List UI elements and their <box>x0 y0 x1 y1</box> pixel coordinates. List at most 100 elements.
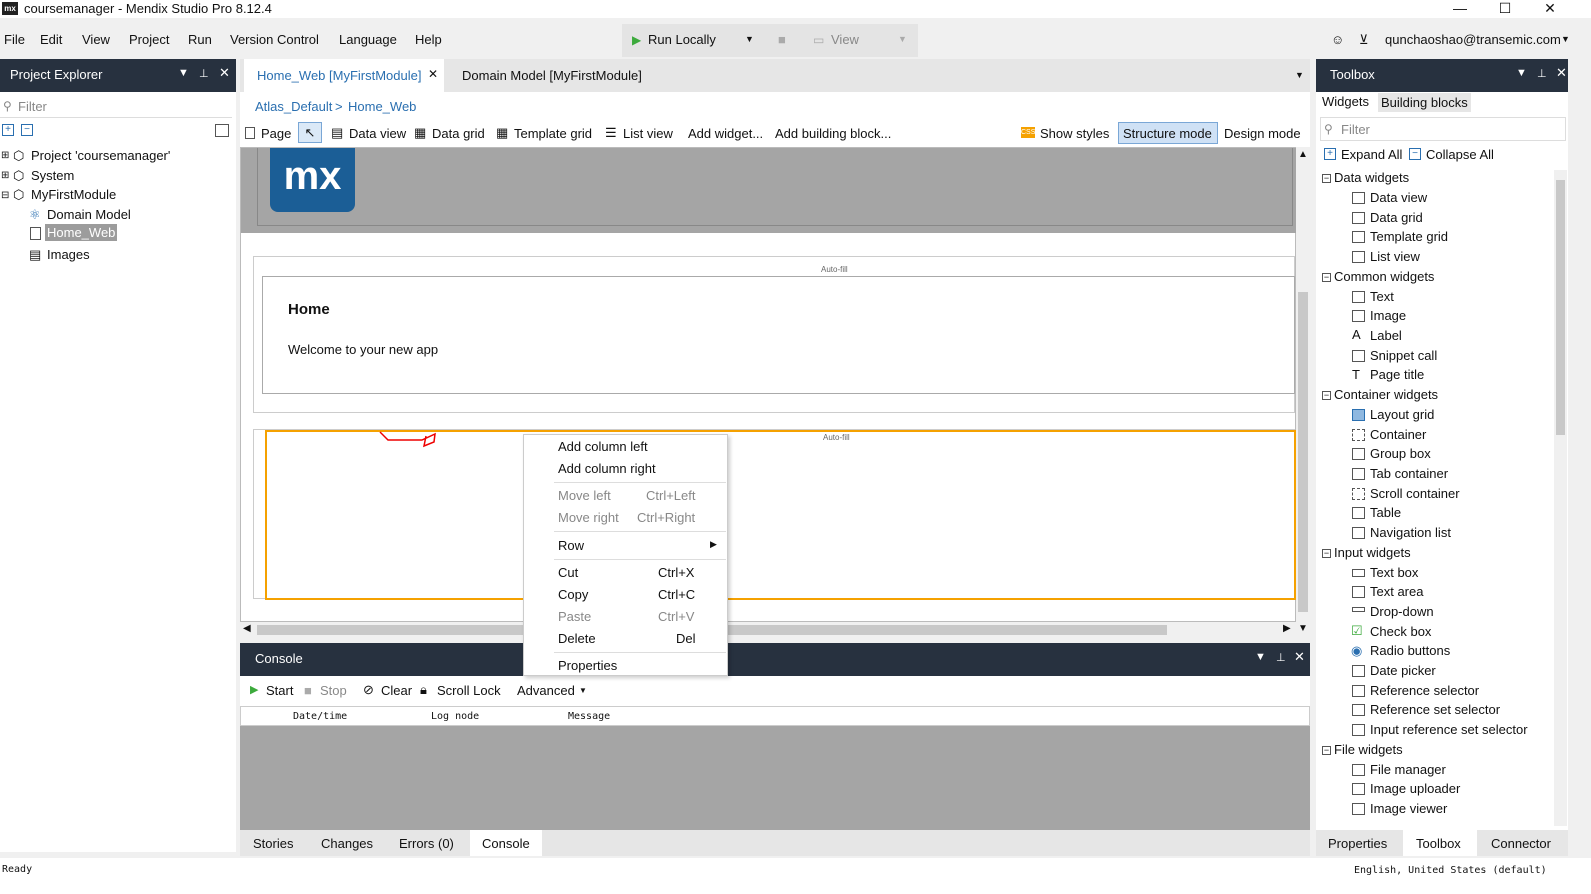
add-widget-button[interactable]: Add widget... <box>688 126 763 141</box>
menu-move-right[interactable]: Move right <box>558 510 619 525</box>
play-icon[interactable]: ▶ <box>632 33 641 47</box>
layout-column-1[interactable]: Auto-fill Home Welcome to your new app <box>262 265 1295 394</box>
close-icon[interactable]: ✕ <box>1556 65 1567 81</box>
console-advanced[interactable]: Advanced <box>517 683 575 698</box>
tree-item-images[interactable]: Images <box>47 247 90 262</box>
cart-icon[interactable]: ⊻ <box>1359 32 1369 48</box>
run-locally-button[interactable]: Run Locally <box>648 32 716 47</box>
toolbox-item[interactable]: Image viewer <box>1370 801 1447 816</box>
toolbox-item[interactable]: Group box <box>1370 446 1431 461</box>
scroll-up-icon[interactable]: ▲ <box>1298 149 1308 160</box>
menu-help[interactable]: Help <box>415 32 442 47</box>
menu-delete[interactable]: Delete <box>558 631 596 646</box>
toolbox-filter[interactable]: ⚲ Filter <box>1320 117 1566 141</box>
console-clear[interactable]: Clear <box>381 683 412 698</box>
tree-item-home-web[interactable]: Home_Web <box>45 224 118 241</box>
show-styles-button[interactable]: Show styles <box>1040 126 1109 141</box>
toolbox-item[interactable]: List view <box>1370 249 1420 264</box>
toolbox-item[interactable]: Tab container <box>1370 466 1448 481</box>
toolbox-item[interactable]: Text area <box>1370 584 1423 599</box>
close-icon[interactable]: ✕ <box>219 65 230 81</box>
tab-connector[interactable]: Connector <box>1491 836 1551 851</box>
console-log-area[interactable] <box>240 726 1310 830</box>
layout-grid-2[interactable]: Auto-fill <box>253 429 1296 600</box>
collapse-all-icon[interactable]: − <box>21 124 33 136</box>
breadcrumb-page[interactable]: Home_Web <box>348 99 416 114</box>
sync-icon[interactable] <box>215 124 229 137</box>
view-button[interactable]: View <box>831 32 859 47</box>
home-heading[interactable]: Home <box>288 301 330 318</box>
toolbox-item[interactable]: Data grid <box>1370 210 1423 225</box>
menu-project[interactable]: Project <box>129 32 169 47</box>
canvas-hscrollbar[interactable]: ◀ ▶ ▼ <box>240 622 1310 638</box>
page-canvas[interactable]: mx Auto-fill Home Welcome to your new ap… <box>240 147 1296 622</box>
menu-row[interactable]: Row <box>558 538 584 553</box>
toolbox-item[interactable]: Data view <box>1370 190 1427 205</box>
tree-expander-icon[interactable]: ⊞ <box>1 170 9 181</box>
tab-home-web[interactable]: Home_Web [MyFirstModule] ✕ <box>244 59 444 92</box>
minimize-icon[interactable]: — <box>1440 0 1480 18</box>
stop-icon[interactable]: ■ <box>304 683 312 698</box>
toolbox-item[interactable]: Snippet call <box>1370 348 1437 363</box>
selected-row[interactable]: Auto-fill <box>265 430 1296 600</box>
design-mode-button[interactable]: Design mode <box>1224 126 1301 141</box>
collapse-icon[interactable]: − <box>1322 273 1331 282</box>
explorer-filter[interactable]: ⚲ Filter <box>0 96 232 118</box>
layout-grid-1[interactable]: Auto-fill Home Welcome to your new app <box>253 256 1295 413</box>
feedback-icon[interactable]: ☺ <box>1331 32 1344 47</box>
mx-logo-image[interactable]: mx <box>270 148 355 212</box>
collapse-all-button[interactable]: Collapse All <box>1426 147 1494 162</box>
menu-file[interactable]: File <box>4 32 25 47</box>
menu-run[interactable]: Run <box>188 32 212 47</box>
tab-errors[interactable]: Errors (0) <box>399 836 454 851</box>
chevron-down-icon[interactable]: ▼ <box>1561 34 1570 44</box>
tree-item-domain-model[interactable]: Domain Model <box>47 207 131 222</box>
collapse-all-icon[interactable]: − <box>1409 148 1421 160</box>
pin-icon[interactable]: ⊥ <box>199 67 209 80</box>
lock-icon[interactable]: 🔒︎ <box>420 682 427 698</box>
menu-move-left[interactable]: Move left <box>558 488 611 503</box>
play-icon[interactable]: ▶ <box>250 683 258 696</box>
scroll-left-icon[interactable]: ◀ <box>243 623 251 634</box>
tree-expander-icon[interactable]: ⊟ <box>1 190 9 201</box>
console-start[interactable]: Start <box>266 683 293 698</box>
toolbox-item[interactable]: Text <box>1370 289 1394 304</box>
category-data-widgets[interactable]: Data widgets <box>1334 170 1409 185</box>
close-icon[interactable]: ✕ <box>1294 649 1305 665</box>
expand-all-icon[interactable]: + <box>2 124 14 136</box>
toolbox-item[interactable]: Drop-down <box>1370 604 1434 619</box>
category-input-widgets[interactable]: Input widgets <box>1334 545 1411 560</box>
toolbox-item[interactable]: Template grid <box>1370 229 1448 244</box>
tree-item-myfirstmodule[interactable]: MyFirstModule <box>31 187 116 202</box>
toolbox-item[interactable]: Reference set selector <box>1370 702 1500 717</box>
category-common-widgets[interactable]: Common widgets <box>1334 269 1434 284</box>
stop-icon[interactable]: ■ <box>778 32 786 47</box>
tab-console[interactable]: Console <box>470 830 542 856</box>
menu-paste[interactable]: Paste <box>558 609 591 624</box>
tab-domain-model[interactable]: Domain Model [MyFirstModule] <box>446 59 659 92</box>
tab-toolbox[interactable]: Toolbox <box>1403 830 1477 856</box>
toolbox-item[interactable]: Table <box>1370 505 1401 520</box>
pin-icon[interactable]: ⊥ <box>1276 651 1286 664</box>
scroll-right-icon[interactable]: ▶ <box>1283 623 1291 634</box>
toolbox-scrollbar[interactable] <box>1554 170 1567 826</box>
page-button[interactable]: Page <box>261 126 291 141</box>
chevron-down-icon[interactable]: ▼ <box>1516 67 1527 79</box>
menu-copy[interactable]: Copy <box>558 587 588 602</box>
toolbox-item[interactable]: Image <box>1370 308 1406 323</box>
tab-widgets[interactable]: Widgets <box>1322 94 1369 109</box>
col-message[interactable]: Message <box>568 711 610 722</box>
tab-building-blocks[interactable]: Building blocks <box>1378 93 1471 112</box>
tree-expander-icon[interactable]: ⊞ <box>1 150 9 161</box>
toolbox-item[interactable]: Container <box>1370 427 1426 442</box>
collapse-icon[interactable]: − <box>1322 549 1331 558</box>
list-view-button[interactable]: List view <box>623 126 673 141</box>
expand-all-icon[interactable]: + <box>1324 148 1336 160</box>
clear-icon[interactable]: ⊘ <box>363 682 374 698</box>
toolbox-item[interactable]: Radio buttons <box>1370 643 1450 658</box>
template-grid-button[interactable]: Template grid <box>514 126 592 141</box>
collapse-icon[interactable]: − <box>1322 174 1331 183</box>
tab-stories[interactable]: Stories <box>253 836 293 851</box>
toolbox-item[interactable]: Layout grid <box>1370 407 1434 422</box>
toolbox-item[interactable]: Input reference set selector <box>1370 722 1528 737</box>
